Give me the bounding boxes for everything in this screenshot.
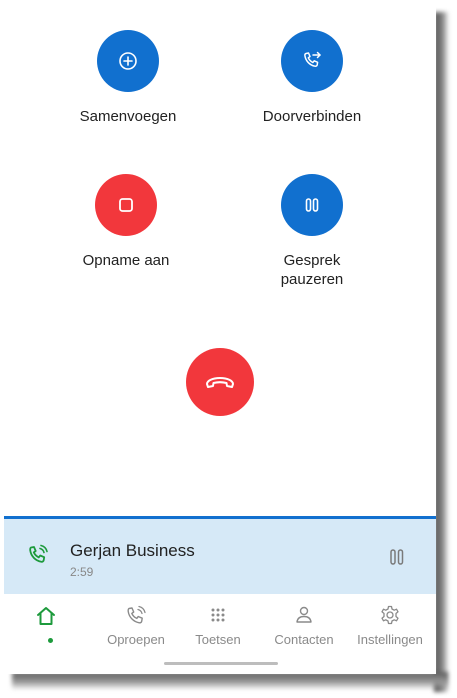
end-call-button[interactable] xyxy=(186,348,254,416)
nav-calls[interactable]: Oproepen xyxy=(94,604,178,647)
transfer-button[interactable] xyxy=(281,30,343,92)
transfer-action[interactable]: Doorverbinden xyxy=(232,30,392,126)
nav-keypad-label: Toetsen xyxy=(195,632,241,647)
hold-label-line1: Gesprek xyxy=(283,252,341,269)
nav-contacts[interactable]: Contacten xyxy=(262,604,346,647)
transfer-icon xyxy=(304,51,321,67)
call-duration: 2:59 xyxy=(70,565,94,579)
nav-contacts-label: Contacten xyxy=(274,632,334,647)
merge-action[interactable]: Samenvoegen xyxy=(48,30,208,126)
nav-settings-label: Instellingen xyxy=(357,632,423,647)
hold-label: Gesprek pauzeren xyxy=(232,251,392,289)
nav-settings[interactable]: Instellingen xyxy=(344,604,436,647)
active-indicator-dot xyxy=(48,638,53,643)
page-shadow-right xyxy=(434,12,449,692)
pause-icon[interactable] xyxy=(388,547,406,567)
hold-label-line2: pauzeren xyxy=(280,271,344,288)
nav-home[interactable] xyxy=(4,604,88,632)
gesture-bar[interactable] xyxy=(164,662,278,665)
record-action[interactable]: Opname aan xyxy=(46,174,206,270)
nav-keypad[interactable]: Toetsen xyxy=(176,604,260,647)
keypad-icon xyxy=(211,608,225,622)
merge-label: Samenvoegen xyxy=(79,108,177,125)
hold-button[interactable] xyxy=(281,174,343,236)
active-call-bar[interactable]: Gerjan Business 2:59 xyxy=(4,516,436,594)
hang-up-icon xyxy=(206,377,234,388)
contacts-icon xyxy=(296,606,312,623)
transfer-label: Doorverbinden xyxy=(262,108,362,125)
home-icon xyxy=(37,607,55,625)
page-shadow-bottom xyxy=(12,672,448,690)
settings-icon xyxy=(381,605,399,625)
pause-icon xyxy=(305,198,319,212)
merge-button[interactable] xyxy=(97,30,159,92)
phone-screen: Samenvoegen Doorverbinden Opname aan Ges… xyxy=(0,0,436,674)
calls-icon xyxy=(127,605,146,624)
caller-name: Gerjan Business xyxy=(70,541,195,560)
nav-calls-label: Oproepen xyxy=(107,632,165,647)
merge-icon xyxy=(119,52,137,70)
hold-action[interactable]: Gesprek pauzeren xyxy=(232,174,392,289)
active-call-icon xyxy=(29,544,48,563)
record-icon xyxy=(119,198,133,212)
record-button[interactable] xyxy=(95,174,157,236)
bottom-navigation: Oproepen Toetsen Contacten Instellingen xyxy=(4,594,436,674)
record-label: Opname aan xyxy=(82,252,170,269)
